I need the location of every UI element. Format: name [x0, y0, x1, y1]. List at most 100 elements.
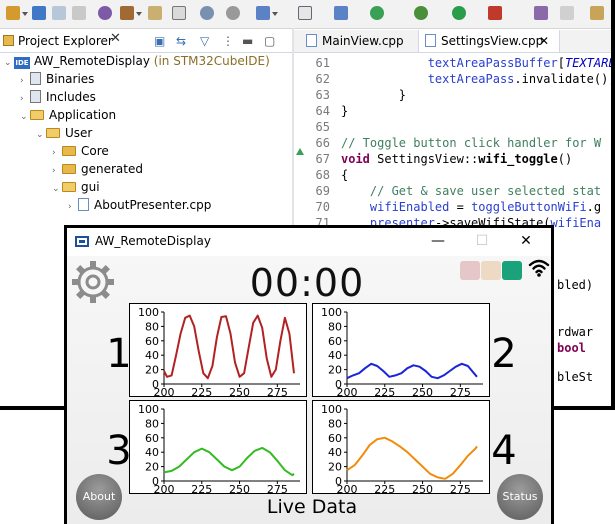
- project-explorer-tab[interactable]: Project Explorer ✕ ▣ ⇆ ▽ ⋮ ▬ ▢: [0, 30, 292, 53]
- tab-label: MainView.cpp: [322, 34, 404, 48]
- save-icon[interactable]: [32, 6, 46, 20]
- chevron-down-icon[interactable]: ⌄: [20, 108, 30, 126]
- y-tick-label: 80: [145, 417, 159, 430]
- refresh-icon[interactable]: [370, 6, 384, 20]
- series-line: [163, 314, 295, 380]
- close-icon[interactable]: ✕: [539, 30, 549, 52]
- build-hammer-icon[interactable]: [120, 6, 134, 20]
- tree-item-label: Binaries: [46, 72, 95, 86]
- maximize-button[interactable]: ☐: [467, 231, 497, 251]
- new-icon[interactable]: [6, 6, 20, 20]
- new-source-icon[interactable]: [334, 6, 348, 20]
- chevron-right-icon[interactable]: ›: [68, 198, 78, 216]
- x-tick-label: 250: [229, 386, 250, 397]
- simulator-titlebar[interactable]: AW_RemoteDisplay — ☐ ✕: [67, 228, 551, 256]
- timer-display: 00:00: [249, 261, 365, 305]
- edit-icon[interactable]: [560, 6, 574, 20]
- folder-icon: [62, 164, 76, 174]
- search-icon[interactable]: [200, 6, 214, 20]
- new-class-icon[interactable]: [256, 6, 270, 20]
- close-button[interactable]: ✕: [511, 231, 541, 251]
- tree-item-application[interactable]: ⌄ Application: [20, 106, 116, 124]
- series-line: [163, 446, 295, 477]
- save-all-icon[interactable]: [52, 6, 66, 20]
- external-tools-icon[interactable]: [488, 6, 502, 20]
- tab-settingsview[interactable]: SettingsView.cpp ✕: [418, 30, 560, 52]
- chart-number-1: 1: [106, 331, 132, 377]
- app-icon: [75, 236, 89, 247]
- line-number: 68: [315, 168, 330, 182]
- minimize-button[interactable]: —: [423, 231, 453, 251]
- y-tick-label: 60: [145, 335, 159, 348]
- x-tick-label: 225: [374, 386, 395, 397]
- device-config-icon[interactable]: [226, 6, 240, 20]
- minimize-icon[interactable]: ▬: [242, 35, 254, 47]
- status-button[interactable]: Status: [497, 474, 543, 520]
- color-swatch-2[interactable]: [481, 261, 501, 280]
- tree-item-aw-remotedisplay[interactable]: ⌄ IDE AW_RemoteDisplay (in STM32CubeIDE): [4, 52, 270, 70]
- run-icon[interactable]: [452, 6, 466, 20]
- navigate-icon[interactable]: [590, 6, 604, 20]
- line-number: 65: [315, 120, 330, 134]
- filter-icon[interactable]: ▽: [200, 35, 212, 47]
- tree-item-aboutpresenter-cpp[interactable]: › AboutPresenter.cpp: [68, 196, 211, 214]
- folder-icon: [62, 146, 76, 156]
- chart-number-4: 4: [491, 428, 517, 474]
- chevron-down-icon[interactable]: ⌄: [36, 126, 46, 144]
- tree-item-binaries[interactable]: › Binaries: [20, 70, 94, 88]
- y-tick-label: 100: [138, 403, 159, 416]
- settings-icon[interactable]: [98, 6, 112, 20]
- tree-item-label: Includes: [46, 90, 96, 104]
- link-with-editor-icon[interactable]: ⇆: [176, 35, 188, 47]
- tree-item-label: gui: [81, 180, 100, 194]
- line-number: 69: [315, 184, 330, 198]
- editor-tabs: MainView.cpp SettingsView.cpp ✕: [294, 30, 611, 53]
- line-number: 61: [315, 56, 330, 70]
- dropdown-icon[interactable]: [272, 12, 278, 16]
- dropdown-icon[interactable]: [136, 12, 142, 16]
- tree-item-user[interactable]: ⌄ User: [36, 124, 92, 142]
- view-menu-icon[interactable]: ⋮: [222, 35, 234, 47]
- chart-3-plot: 020406080100200 225 250 275: [138, 403, 300, 494]
- tree-item-generated[interactable]: › generated: [52, 160, 143, 178]
- open-task-icon[interactable]: [534, 6, 548, 20]
- new-header-icon[interactable]: [298, 6, 312, 20]
- color-swatch-3[interactable]: [502, 261, 522, 280]
- dropdown-icon[interactable]: [22, 12, 28, 16]
- chart-4-plot: 020406080100200 225 250 275: [321, 403, 483, 493]
- about-button[interactable]: About: [76, 474, 122, 520]
- chart-2: 0 20 40 60 80 100 200 225 250 275: [312, 303, 490, 397]
- chart-4: 0 20 40 60 80 100 200 225 250 275: [312, 400, 490, 494]
- wifi-icon[interactable]: [527, 256, 551, 280]
- color-swatch-1[interactable]: [460, 261, 480, 280]
- tree-item-includes[interactable]: › Includes: [20, 88, 96, 106]
- cpp-file-icon: [78, 198, 89, 211]
- code-fragment: bleSt: [557, 370, 594, 384]
- maximize-icon[interactable]: ▢: [264, 35, 276, 47]
- code-line: }: [341, 104, 349, 118]
- y-tick-label: 40: [328, 349, 342, 362]
- tree-item-core[interactable]: › Core: [52, 142, 109, 160]
- y-tick-label: 80: [328, 417, 342, 430]
- chart-number-3: 3: [106, 428, 132, 474]
- x-tick-label: 200: [154, 483, 175, 494]
- collapse-all-icon[interactable]: ▣: [154, 35, 166, 47]
- chevron-down-icon[interactable]: ⌄: [52, 180, 62, 198]
- debug-icon[interactable]: [414, 6, 428, 20]
- line-number: 64: [315, 104, 330, 118]
- line-number: 67: [315, 152, 330, 166]
- line-number: 62: [315, 72, 330, 86]
- gear-icon[interactable]: [69, 258, 117, 306]
- x-tick-label: 250: [412, 386, 433, 397]
- line-number: 70: [315, 200, 330, 214]
- build-all-icon[interactable]: [148, 6, 162, 20]
- chevron-down-icon[interactable]: ⌄: [4, 54, 14, 72]
- tab-mainview[interactable]: MainView.cpp: [300, 30, 424, 52]
- binaries-icon: [30, 72, 41, 85]
- binary-icon[interactable]: [172, 6, 186, 20]
- close-icon[interactable]: ✕: [110, 31, 121, 46]
- print-icon[interactable]: [72, 6, 86, 20]
- cpp-file-icon: [425, 34, 436, 47]
- tree-item-gui[interactable]: ⌄ gui: [52, 178, 100, 196]
- tree-item-label: Core: [81, 144, 109, 158]
